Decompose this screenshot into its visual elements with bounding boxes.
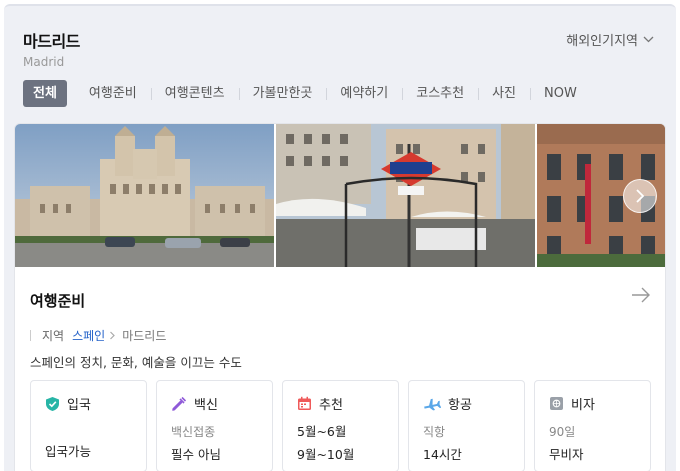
info-card-title: 입국 <box>67 398 91 413</box>
info-card-sublabel: 직항 <box>423 425 446 439</box>
info-card-value: 필수 아님 <box>171 447 221 462</box>
arrow-right-icon[interactable] <box>631 287 651 303</box>
photo-carousel <box>15 124 665 267</box>
info-card-row: 입국 입국가능 백신 백신접종 필수 아님 추천 5월~6월 9월~10월 항공… <box>30 380 651 471</box>
chevron-right-small-icon <box>110 331 116 340</box>
page-subtitle: Madrid <box>23 55 65 69</box>
photo-gran-via[interactable] <box>276 124 535 267</box>
tab-places[interactable]: 가볼만한곳 <box>238 80 327 107</box>
city-description: 스페인의 정치, 문화, 예술을 이끄는 수도 <box>30 355 242 370</box>
region-dropdown[interactable]: 해외인기지역 <box>566 30 654 49</box>
breadcrumb-divider <box>30 330 31 341</box>
chevron-right-icon <box>636 189 645 203</box>
info-card-title: 비자 <box>571 398 595 413</box>
travel-prep-card: 여행준비 지역 스페인 마드리드 스페인의 정치, 문화, 예술을 이끄는 수도… <box>14 123 666 471</box>
info-card-recommend[interactable]: 추천 5월~6월 9월~10월 <box>282 380 399 471</box>
info-card-title: 백신 <box>194 398 218 413</box>
info-card-value: 입국가능 <box>45 444 92 459</box>
info-card-value: 무비자 <box>549 447 584 462</box>
info-card-sublabel: 백신접종 <box>171 425 216 439</box>
section-title: 여행준비 <box>30 292 86 310</box>
info-card-sublabel: 90일 <box>549 425 576 439</box>
info-card-vaccine[interactable]: 백신 백신접종 필수 아님 <box>156 380 273 471</box>
tab-now[interactable]: NOW <box>530 80 591 107</box>
tab-all[interactable]: 전체 <box>23 80 67 107</box>
info-card-entry[interactable]: 입국 입국가능 <box>30 380 147 471</box>
info-card-value: 5월~6월 <box>297 424 347 439</box>
shield-check-icon <box>46 396 59 411</box>
region-dropdown-label: 해외인기지역 <box>566 34 638 49</box>
syringe-icon <box>172 396 187 411</box>
tab-booking[interactable]: 예약하기 <box>326 80 402 107</box>
chevron-down-icon <box>643 36 654 43</box>
tab-photos[interactable]: 사진 <box>478 80 530 107</box>
destination-panel: 마드리드 Madrid 해외인기지역 전체 여행준비 여행콘텐츠 가볼만한곳 예… <box>4 4 676 471</box>
breadcrumb-label: 지역 <box>42 329 65 343</box>
info-card-flight[interactable]: 항공 직항 14시간 <box>408 380 525 471</box>
info-card-visa[interactable]: 비자 90일 무비자 <box>534 380 651 471</box>
tab-course[interactable]: 코스추천 <box>402 80 478 107</box>
breadcrumb-city: 마드리드 <box>122 329 167 343</box>
tab-travel-content[interactable]: 여행콘텐츠 <box>150 80 239 107</box>
info-card-value: 9월~10월 <box>297 447 355 462</box>
tab-travel-prep[interactable]: 여행준비 <box>75 80 151 107</box>
visa-icon <box>550 397 563 410</box>
breadcrumb: 지역 스페인 마드리드 <box>30 327 166 344</box>
calendar-icon <box>298 396 311 410</box>
info-card-title: 항공 <box>448 398 472 413</box>
tab-bar: 전체 여행준비 여행콘텐츠 가볼만한곳 예약하기 코스추천 사진 NOW <box>23 80 591 107</box>
info-card-value: 14시간 <box>423 447 462 462</box>
breadcrumb-country-link[interactable]: 스페인 <box>72 327 105 344</box>
airplane-icon <box>424 398 441 410</box>
carousel-next-button[interactable] <box>623 179 657 213</box>
page-title: 마드리드 <box>23 32 80 51</box>
photo-cibeles-palace[interactable] <box>15 124 274 267</box>
info-card-title: 추천 <box>319 398 343 413</box>
